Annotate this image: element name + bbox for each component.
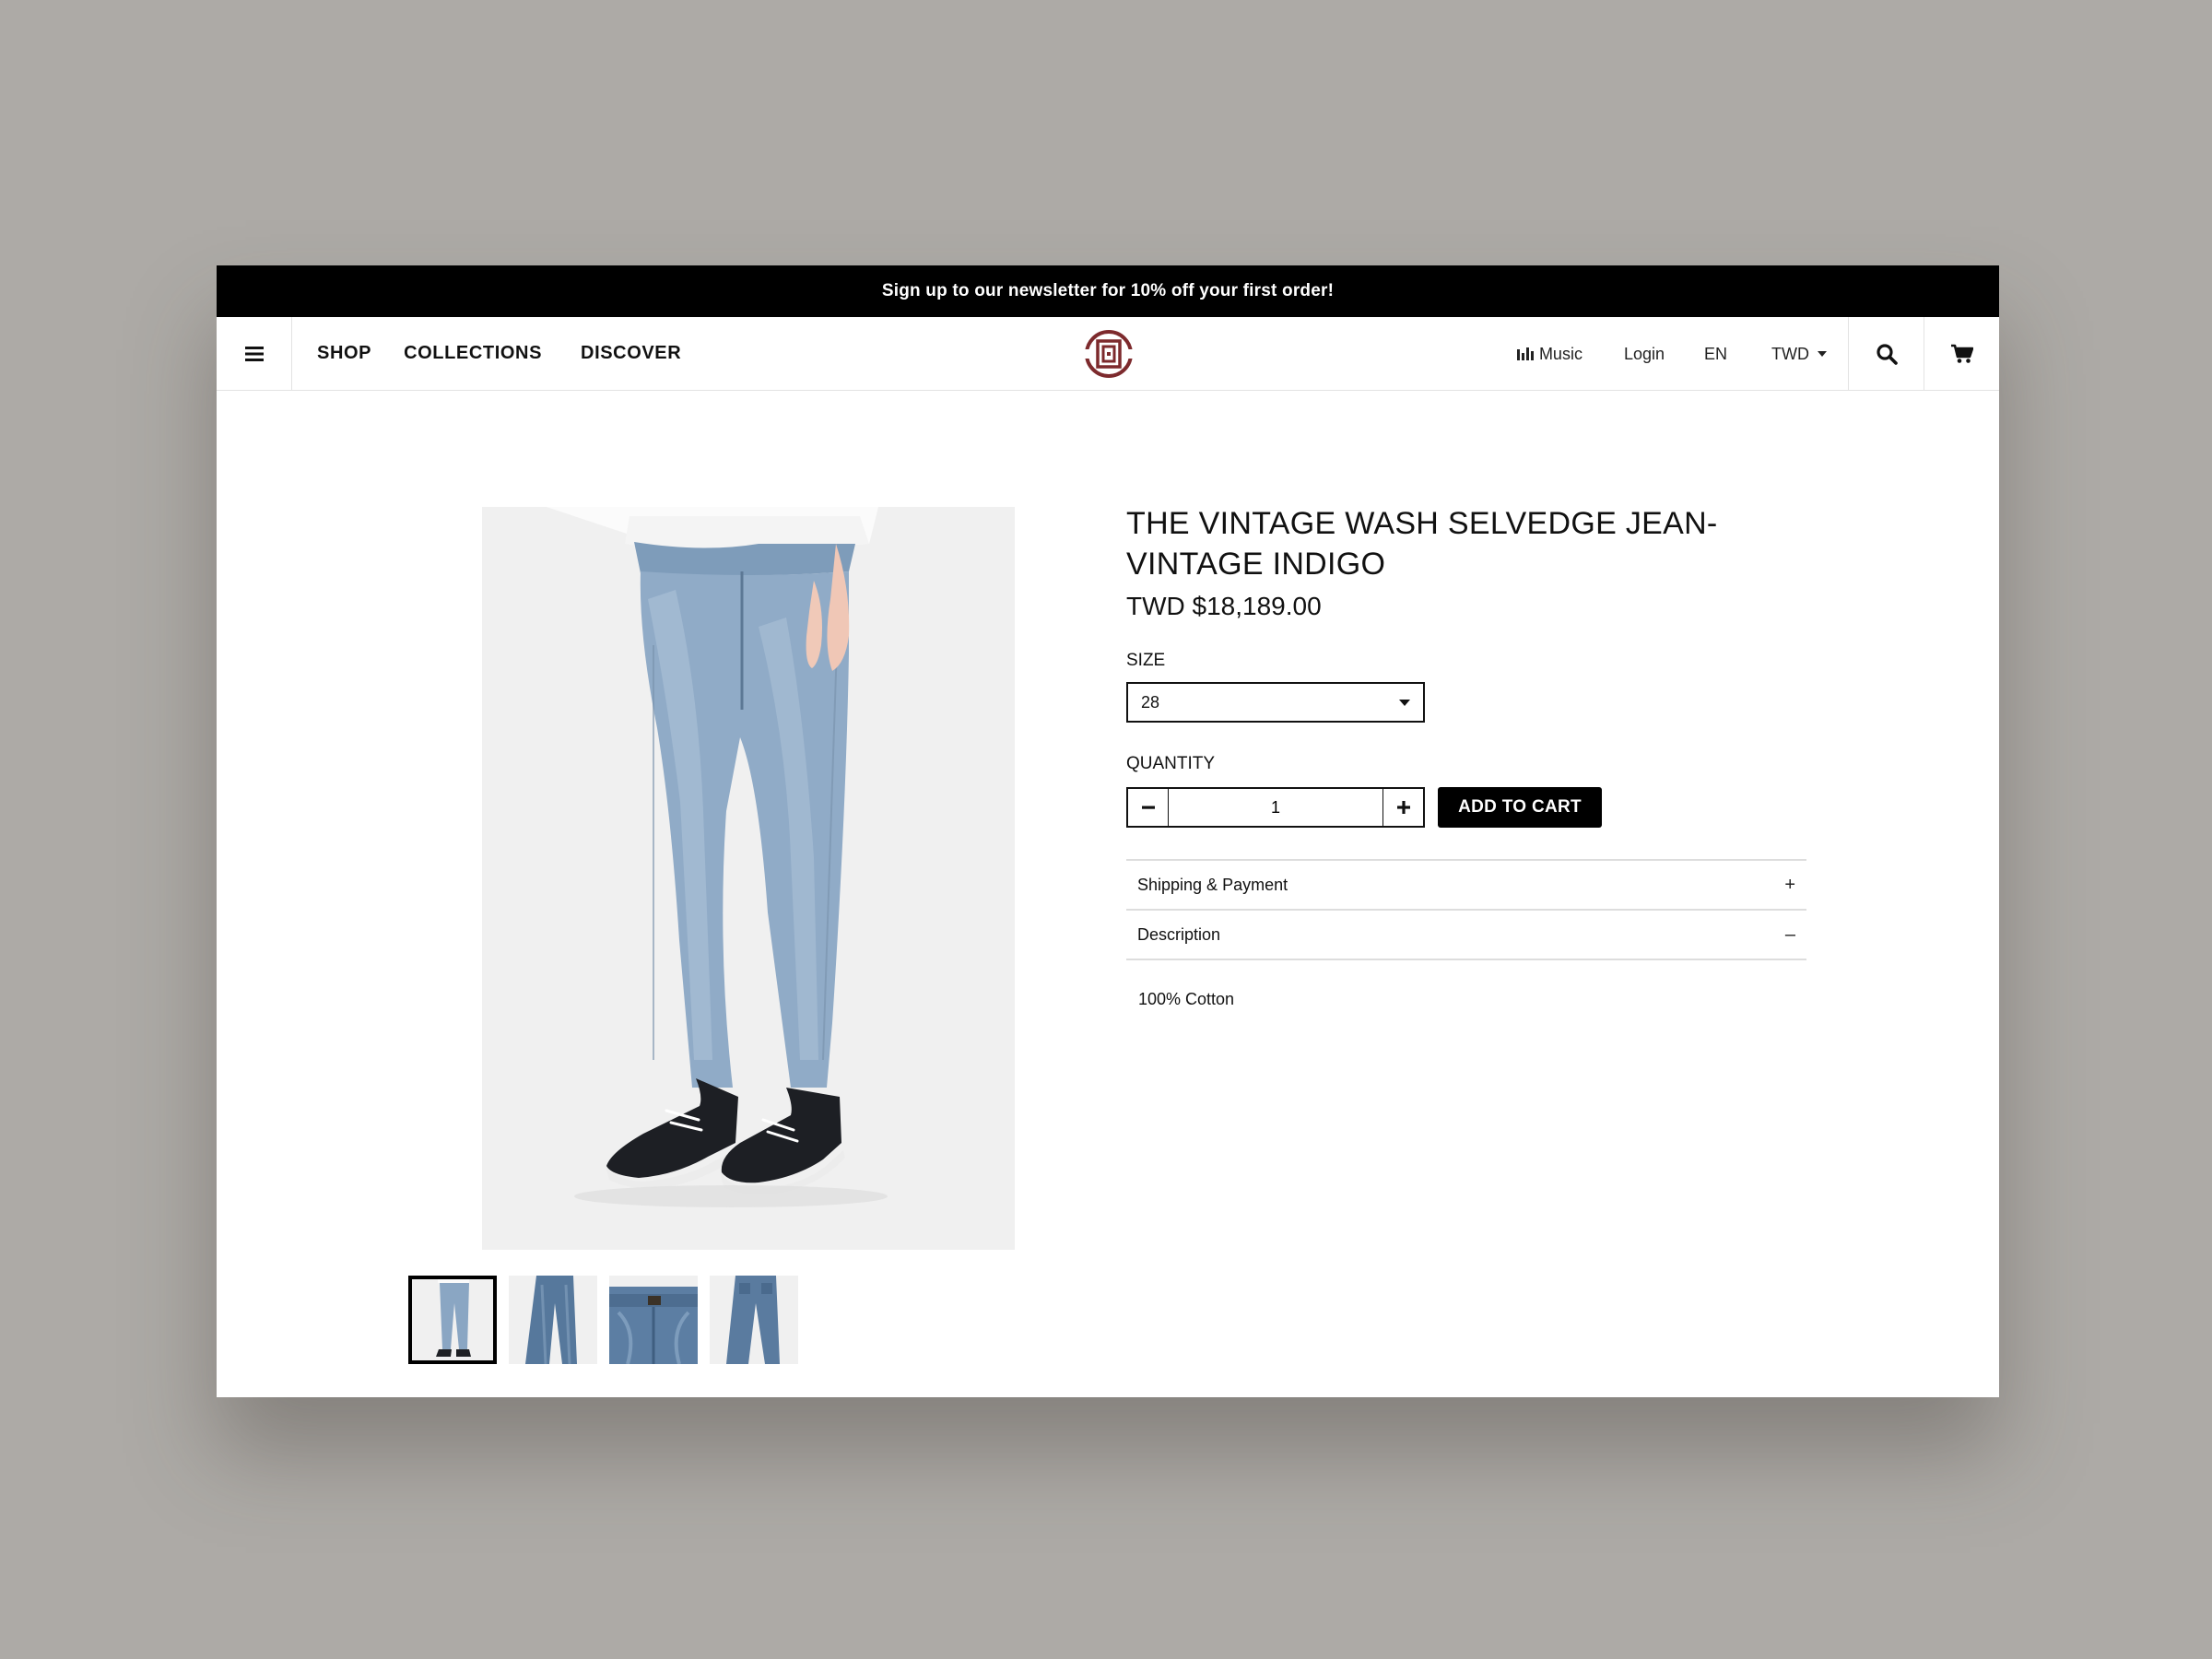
product-accordion: Shipping & Payment + Description –: [1126, 859, 1806, 960]
nav-shop[interactable]: SHOP: [317, 343, 371, 364]
nav-discover[interactable]: DISCOVER: [581, 343, 681, 364]
size-select[interactable]: 28: [1126, 682, 1425, 723]
currency-label: TWD: [1771, 344, 1809, 363]
chevron-down-icon: [1399, 699, 1410, 706]
primary-nav: SHOP COLLECTIONS DISCOVER: [292, 317, 681, 391]
quantity-decrease-button[interactable]: [1128, 789, 1169, 826]
accordion-shipping-payment[interactable]: Shipping & Payment +: [1126, 861, 1806, 911]
plus-icon: [1396, 801, 1410, 814]
promo-text: Sign up to our newsletter for 10% off yo…: [881, 281, 1335, 300]
size-selected-value: 28: [1141, 692, 1160, 712]
quantity-input[interactable]: [1169, 789, 1382, 826]
chevron-down-icon: [1818, 351, 1827, 357]
expand-icon: +: [1784, 874, 1795, 895]
jeans-model-photo: [482, 507, 1015, 1250]
thumbnail-2[interactable]: [509, 1276, 597, 1364]
product-price: TWD $18,189.00: [1126, 592, 1322, 620]
thumbnail-image-full-body: [408, 1276, 497, 1364]
thumbnail-4[interactable]: [710, 1276, 798, 1364]
equalizer-icon: [1516, 347, 1534, 360]
menu-button[interactable]: [217, 316, 292, 391]
thumbnail-strip: [408, 1276, 810, 1364]
login-link[interactable]: Login: [1624, 345, 1665, 364]
minus-icon: [1141, 806, 1155, 809]
language-selector[interactable]: EN: [1704, 345, 1727, 364]
description-content: 100% Cotton: [1138, 990, 1235, 1008]
accordion-shipping-label: Shipping & Payment: [1137, 875, 1288, 894]
nav-collections[interactable]: COLLECTIONS: [404, 343, 542, 364]
quantity-increase-button[interactable]: [1382, 789, 1423, 826]
accordion-description[interactable]: Description –: [1126, 911, 1806, 960]
product-main-image[interactable]: [482, 507, 1015, 1250]
product-title: THE VINTAGE WASH SELVEDGE JEAN- VINTAGE …: [1126, 506, 1718, 582]
add-to-cart-button[interactable]: ADD TO CART: [1438, 787, 1602, 828]
quantity-stepper: [1126, 787, 1425, 828]
newsletter-promo-bar[interactable]: Sign up to our newsletter for 10% off yo…: [217, 265, 1999, 317]
accordion-description-label: Description: [1137, 924, 1221, 944]
thumbnail-image-waist: [609, 1276, 698, 1364]
search-button[interactable]: [1848, 317, 1924, 391]
utility-nav: Music Login EN TWD: [1516, 317, 1999, 391]
product-info-panel: THE VINTAGE WASH SELVEDGE JEAN- VINTAGE …: [1126, 503, 1808, 1009]
hamburger-menu-icon: [244, 346, 264, 361]
cart-icon: [1950, 344, 1973, 363]
collapse-icon: –: [1784, 924, 1795, 945]
quantity-label: QUANTITY: [1126, 754, 1216, 773]
search-icon: [1876, 344, 1898, 365]
thumbnail-image-front: [509, 1276, 597, 1364]
thumbnail-1[interactable]: [408, 1276, 497, 1364]
music-label: Music: [1538, 344, 1583, 363]
currency-selector[interactable]: TWD: [1771, 345, 1827, 364]
browser-window: Sign up to our newsletter for 10% off yo…: [217, 265, 1999, 1397]
size-label: SIZE: [1126, 651, 1166, 670]
clot-logo[interactable]: [1084, 329, 1134, 379]
main-navbar: SHOP COLLECTIONS DISCOVER Music Login EN…: [217, 316, 1999, 391]
music-link[interactable]: Music: [1516, 344, 1583, 364]
quantity-row: ADD TO CART: [1126, 787, 1808, 828]
thumbnail-3[interactable]: [609, 1276, 698, 1364]
cart-button[interactable]: [1924, 317, 1999, 391]
thumbnail-image-back: [710, 1276, 798, 1364]
